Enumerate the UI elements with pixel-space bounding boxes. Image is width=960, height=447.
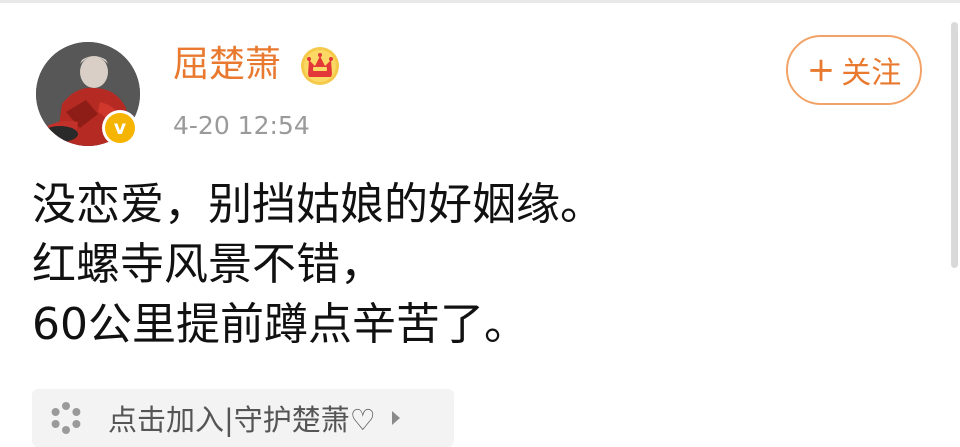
scrollbar[interactable] bbox=[951, 22, 958, 268]
follow-button[interactable]: + 关注 bbox=[786, 35, 922, 105]
post-body: 没恋爱，别挡姑娘的好姻缘。 红螺寺风景不错， 60公里提前蹲点辛苦了。 bbox=[32, 175, 932, 355]
username[interactable]: 屈楚萧 bbox=[173, 40, 281, 90]
snowflake-icon bbox=[51, 402, 81, 434]
post-timestamp: 4-20 12:54 bbox=[173, 111, 310, 140]
join-group-chip[interactable]: 点击加入|守护楚萧♡ bbox=[32, 389, 454, 447]
follow-label: 关注 bbox=[841, 56, 902, 91]
chevron-right-icon bbox=[391, 411, 400, 425]
verified-v-icon: v bbox=[105, 113, 135, 143]
post-text-line: 没恋爱，别挡姑娘的好姻缘。 bbox=[32, 179, 604, 230]
join-group-label: 点击加入|守护楚萧♡ bbox=[108, 403, 376, 437]
verified-badge: v bbox=[102, 110, 138, 146]
post-text-line: 红螺寺风景不错， bbox=[32, 239, 384, 290]
post-text-line: 60公里提前蹲点辛苦了。 bbox=[32, 299, 528, 350]
plus-icon: + bbox=[806, 50, 836, 90]
crown-icon bbox=[301, 47, 339, 85]
top-divider bbox=[0, 0, 960, 3]
